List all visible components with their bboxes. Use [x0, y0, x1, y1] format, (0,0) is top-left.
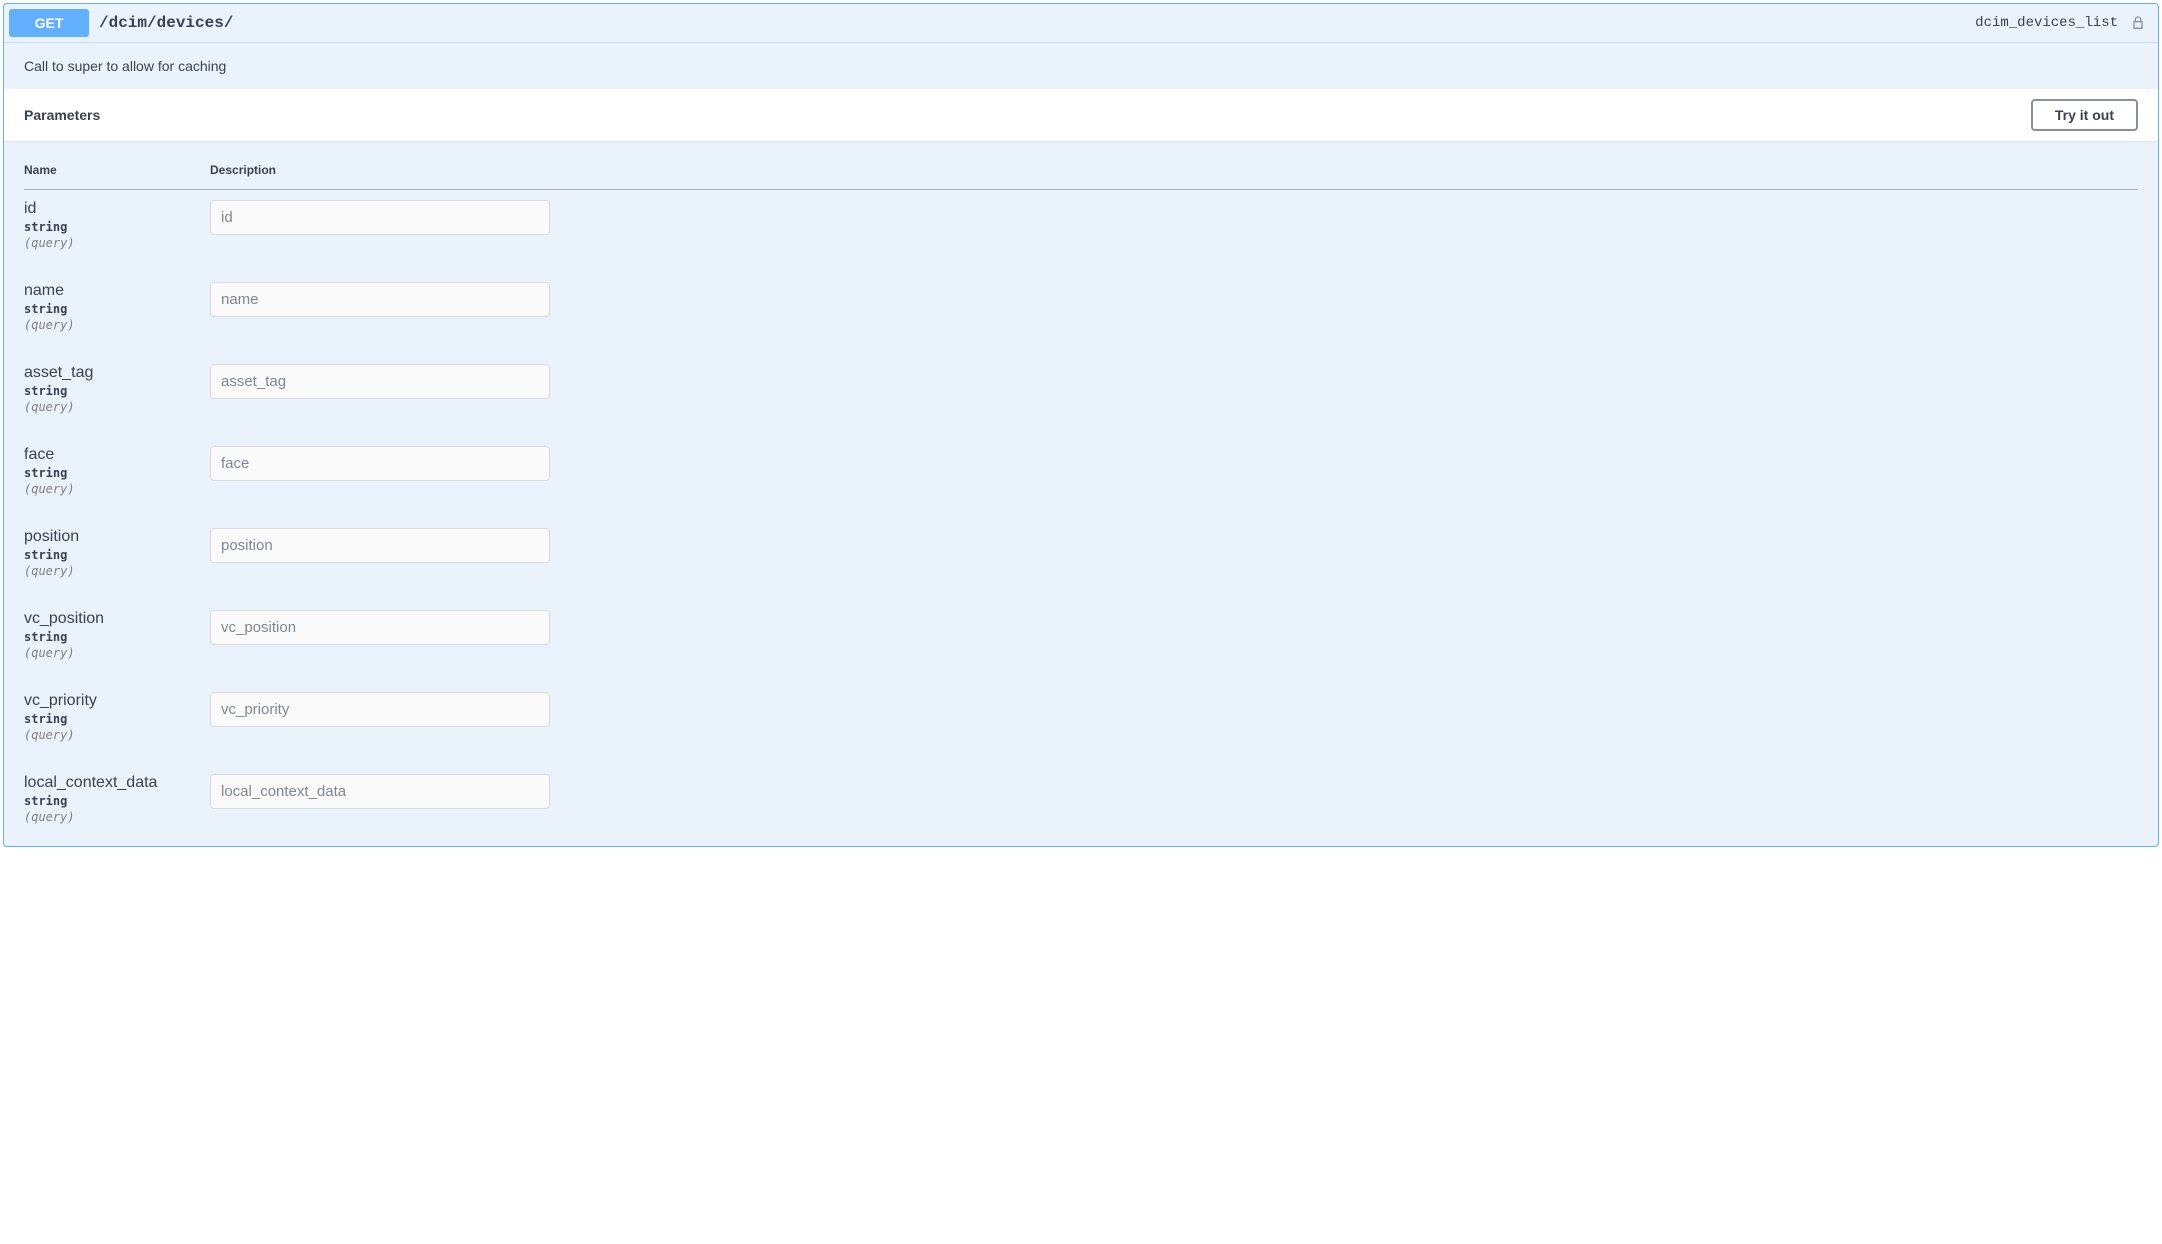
parameter-type: string	[24, 220, 210, 234]
parameter-input-vc-position[interactable]	[210, 610, 550, 645]
parameter-name: name	[24, 282, 210, 300]
parameter-name: id	[24, 200, 210, 218]
column-header-name: Name	[24, 151, 210, 190]
parameter-input-name[interactable]	[210, 282, 550, 317]
parameter-type: string	[24, 794, 210, 808]
parameter-row: face string (query)	[24, 436, 2138, 518]
endpoint-path: /dcim/devices/	[89, 14, 1975, 32]
parameter-input-id[interactable]	[210, 200, 550, 235]
operation-description: Call to super to allow for caching	[4, 43, 2158, 89]
parameter-type: string	[24, 384, 210, 398]
parameters-title: Parameters	[24, 107, 100, 123]
parameter-type: string	[24, 630, 210, 644]
parameter-in: (query)	[24, 318, 210, 332]
parameter-in: (query)	[24, 646, 210, 660]
parameter-in: (query)	[24, 728, 210, 742]
operation-block: GET /dcim/devices/ dcim_devices_list Cal…	[3, 3, 2159, 847]
try-it-out-button[interactable]: Try it out	[2031, 99, 2138, 131]
parameter-name: position	[24, 528, 210, 546]
parameter-input-face[interactable]	[210, 446, 550, 481]
parameter-type: string	[24, 302, 210, 316]
parameter-name: face	[24, 446, 210, 464]
parameter-row: local_context_data string (query)	[24, 764, 2138, 846]
operation-body: Call to super to allow for caching Param…	[4, 43, 2158, 846]
parameter-row: vc_priority string (query)	[24, 682, 2138, 764]
parameter-name: asset_tag	[24, 364, 210, 382]
parameter-row: asset_tag string (query)	[24, 354, 2138, 436]
operation-id: dcim_devices_list	[1975, 15, 2128, 31]
parameter-input-asset-tag[interactable]	[210, 364, 550, 399]
parameter-row: id string (query)	[24, 190, 2138, 273]
parameter-name: local_context_data	[24, 774, 210, 792]
parameters-bar: Parameters Try it out	[4, 89, 2158, 141]
parameter-row: position string (query)	[24, 518, 2138, 600]
parameter-input-vc-priority[interactable]	[210, 692, 550, 727]
lock-icon[interactable]	[2128, 13, 2148, 33]
parameters-table: Name Description id string (query)	[24, 151, 2138, 846]
parameter-name: vc_priority	[24, 692, 210, 710]
parameter-in: (query)	[24, 482, 210, 496]
operation-summary[interactable]: GET /dcim/devices/ dcim_devices_list	[4, 4, 2158, 43]
parameter-type: string	[24, 548, 210, 562]
parameter-type: string	[24, 466, 210, 480]
parameter-input-position[interactable]	[210, 528, 550, 563]
parameter-in: (query)	[24, 236, 210, 250]
parameter-row: vc_position string (query)	[24, 600, 2138, 682]
parameter-row: name string (query)	[24, 272, 2138, 354]
parameter-in: (query)	[24, 400, 210, 414]
parameter-type: string	[24, 712, 210, 726]
column-header-description: Description	[210, 151, 2138, 190]
parameter-name: vc_position	[24, 610, 210, 628]
parameter-input-local-context-data[interactable]	[210, 774, 550, 809]
parameter-in: (query)	[24, 810, 210, 824]
http-method-badge: GET	[9, 9, 89, 37]
parameter-in: (query)	[24, 564, 210, 578]
